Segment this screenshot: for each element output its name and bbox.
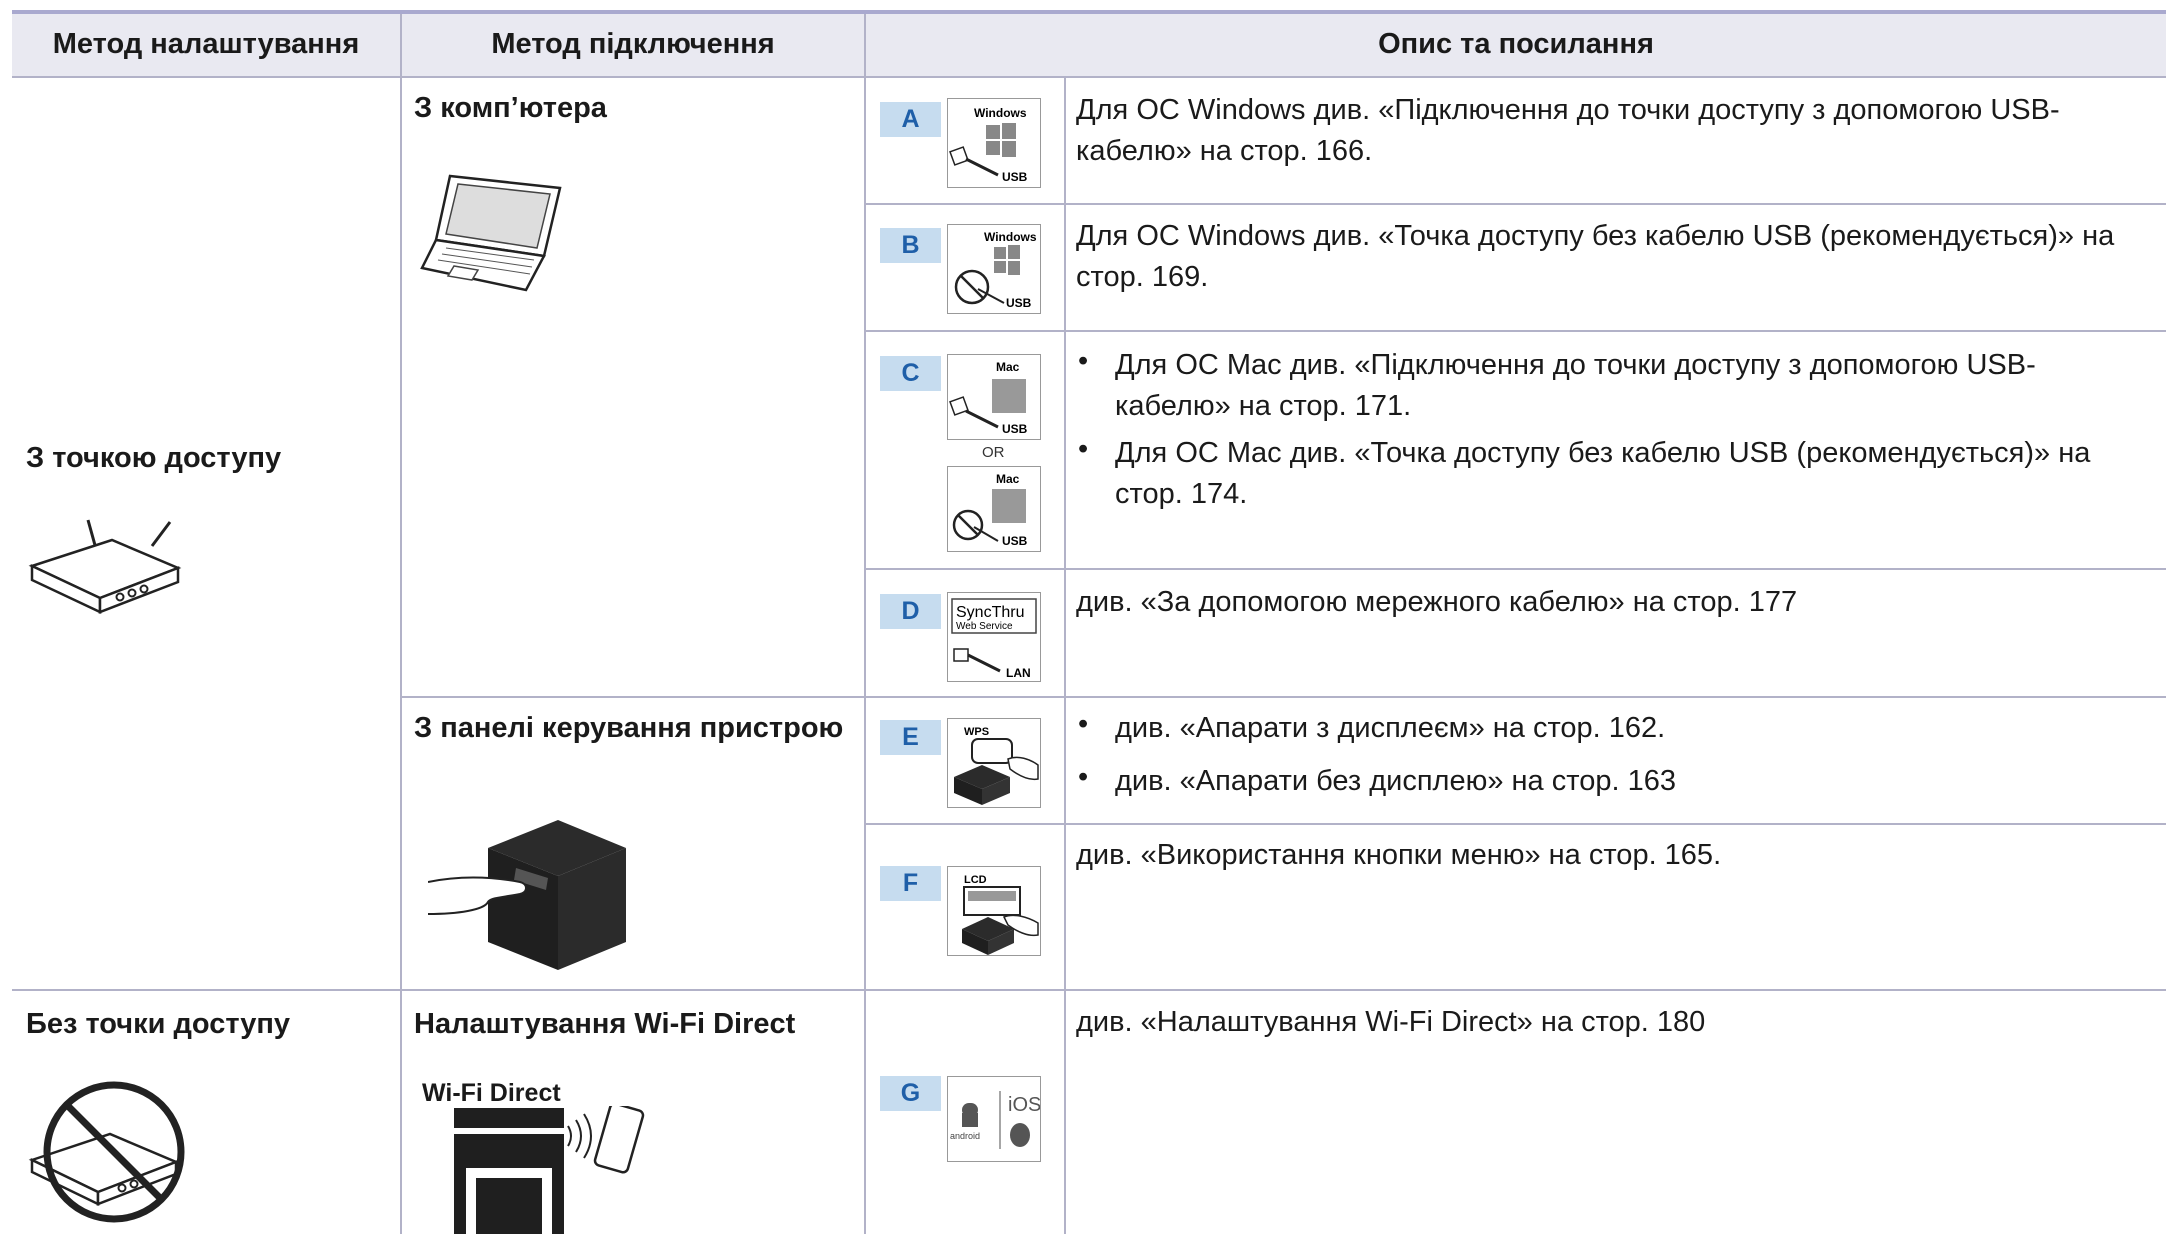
usb-text: USB bbox=[1002, 422, 1028, 436]
windows-wireless-icon: Windows USB bbox=[947, 224, 1041, 314]
header-setup-method: Метод налаштування bbox=[52, 28, 360, 60]
column-rule bbox=[1064, 76, 1066, 1234]
usb-text: USB bbox=[1006, 296, 1032, 310]
printer-touch-icon bbox=[428, 820, 626, 970]
syncthru-text: SyncThru bbox=[956, 604, 1024, 621]
with-access-point-label: З точкою доступу bbox=[26, 442, 282, 474]
lcd-menu-icon: LCD bbox=[947, 866, 1041, 956]
bullet-marker: • bbox=[1078, 708, 1089, 740]
windows-text: Windows bbox=[984, 230, 1037, 244]
header-description: Опис та посилання bbox=[1378, 28, 1654, 60]
entry-d-text[interactable]: див. «За допомогою мережного кабелю» на … bbox=[1076, 582, 2156, 623]
entry-badge-a: A bbox=[880, 102, 941, 137]
entry-badge-d: D bbox=[880, 594, 941, 629]
usb-text: USB bbox=[1002, 170, 1028, 184]
entry-badge-b: B bbox=[880, 228, 941, 263]
from-control-panel-label: З панелі керування пристрою bbox=[414, 712, 844, 744]
bullet-marker: • bbox=[1078, 345, 1089, 377]
bullet-marker: • bbox=[1078, 433, 1089, 465]
ios-text: iOS bbox=[1008, 1094, 1040, 1116]
entry-e-bullet-2[interactable]: див. «Апарати без дисплею» на стор. 163 bbox=[1115, 761, 2115, 802]
entry-e-bullet-1[interactable]: див. «Апарати з дисплеєм» на стор. 162. bbox=[1115, 708, 2115, 749]
row-rule bbox=[402, 696, 2166, 698]
header-connection-method: Метод підключення bbox=[491, 28, 775, 60]
bullet-marker: • bbox=[1078, 761, 1089, 793]
entry-c-bullet-2[interactable]: Для ОС Mac див. «Точка доступу без кабел… bbox=[1115, 433, 2160, 515]
android-text: android bbox=[950, 1131, 980, 1141]
row-rule bbox=[12, 989, 2166, 991]
row-rule bbox=[866, 568, 2166, 570]
lan-text: LAN bbox=[1006, 666, 1031, 680]
entry-b-text[interactable]: Для ОС Windows див. «Точка доступу без к… bbox=[1076, 216, 2160, 298]
mac-usb-icon: Mac USB bbox=[947, 354, 1041, 440]
row-rule bbox=[866, 203, 2166, 205]
row-rule bbox=[12, 76, 2166, 78]
column-rule bbox=[864, 14, 866, 1234]
lcd-text: LCD bbox=[964, 874, 987, 886]
entry-a-text[interactable]: Для ОС Windows див. «Підключення до точк… bbox=[1076, 90, 2156, 172]
router-icon bbox=[28, 519, 182, 614]
column-rule bbox=[400, 14, 402, 1234]
without-access-point-label: Без точки доступу bbox=[26, 1008, 291, 1040]
mac-text: Mac bbox=[996, 360, 1020, 374]
entry-f-text[interactable]: див. «Використання кнопки меню» на стор.… bbox=[1076, 835, 2156, 876]
windows-text: Windows bbox=[974, 106, 1027, 120]
mac-wireless-icon: Mac USB bbox=[947, 466, 1041, 552]
entry-badge-c: C bbox=[880, 356, 941, 391]
wifi-direct-setup-label: Налаштування Wi-Fi Direct bbox=[414, 1008, 796, 1040]
entry-badge-g: G bbox=[880, 1076, 941, 1111]
entry-badge-e: E bbox=[880, 720, 941, 755]
row-rule bbox=[866, 823, 2166, 825]
row-rule bbox=[866, 330, 2166, 332]
wps-button-icon: WPS bbox=[947, 718, 1041, 808]
entry-badge-f: F bbox=[880, 866, 941, 901]
or-label: OR bbox=[982, 444, 1005, 461]
windows-usb-icon: Windows USB bbox=[947, 98, 1041, 188]
entry-c-bullet-1[interactable]: Для ОС Mac див. «Підключення до точки до… bbox=[1115, 345, 2115, 427]
entry-g-text[interactable]: див. «Налаштування Wi-Fi Direct» на стор… bbox=[1076, 1002, 2156, 1043]
syncthru-lan-icon: SyncThru Web Service LAN bbox=[947, 592, 1041, 682]
wifi-direct-printer-icon bbox=[454, 1106, 645, 1234]
mac-text: Mac bbox=[996, 472, 1020, 486]
no-router-icon bbox=[28, 1081, 185, 1223]
wps-text: WPS bbox=[964, 726, 989, 738]
web-service-text: Web Service bbox=[956, 621, 1013, 632]
from-computer-label: З комп’ютера bbox=[414, 92, 607, 124]
usb-text: USB bbox=[1002, 534, 1028, 548]
laptop-icon bbox=[420, 174, 562, 292]
android-ios-icon: android iOS bbox=[947, 1076, 1041, 1162]
